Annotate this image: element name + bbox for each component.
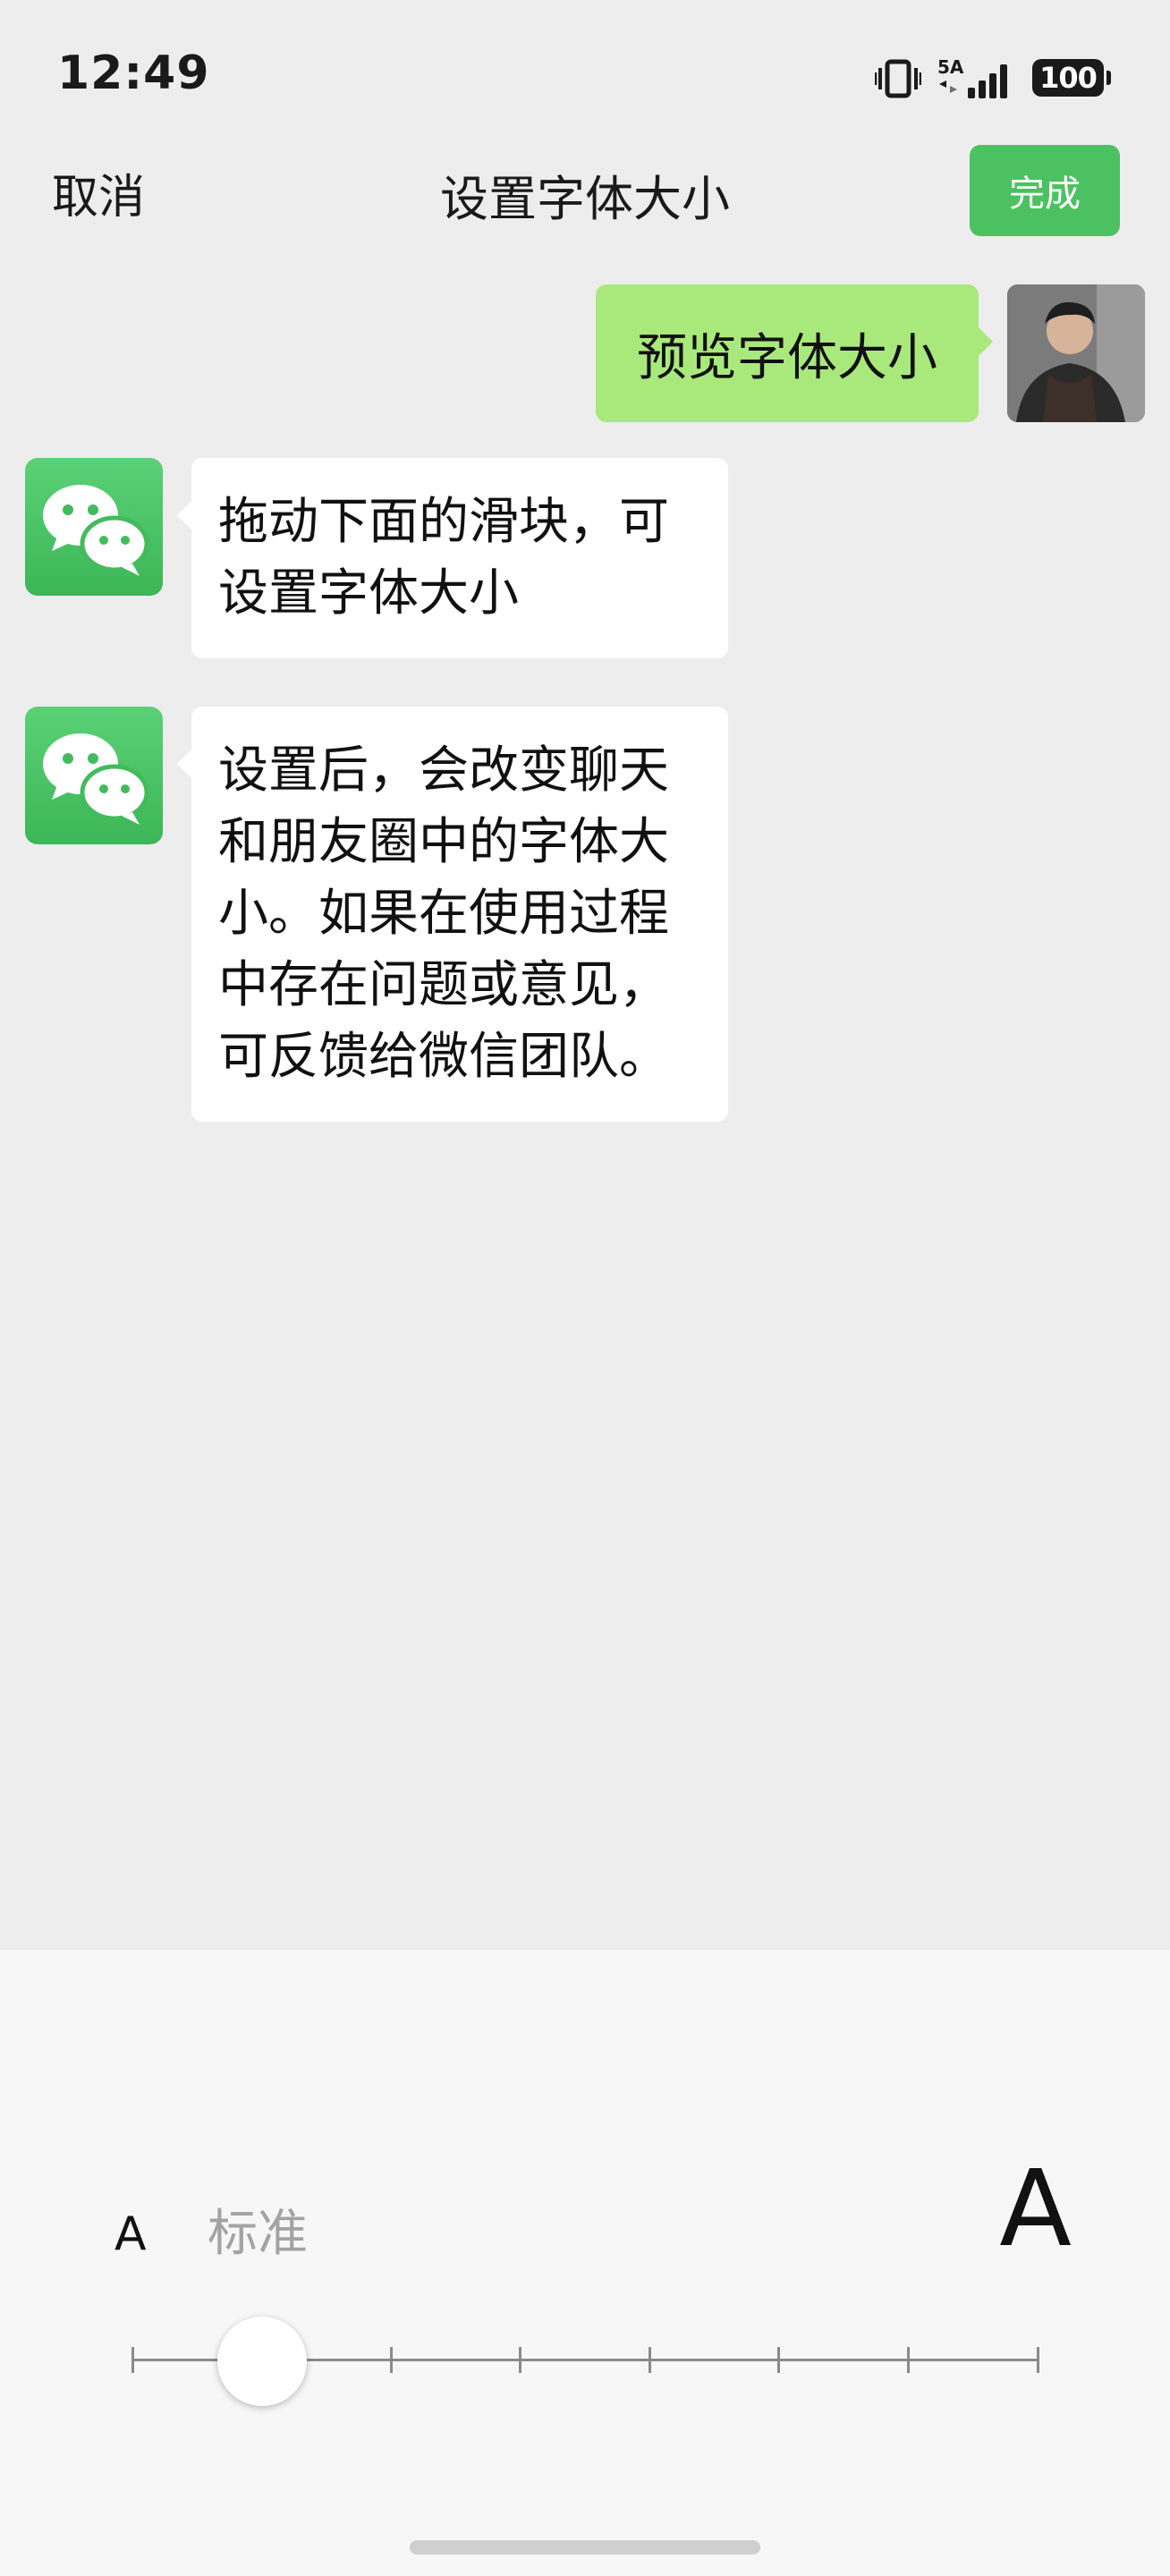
font-size-slider[interactable] bbox=[131, 2317, 1039, 2406]
slider-tick[interactable] bbox=[1036, 2347, 1039, 2373]
signal-icon: 5A bbox=[937, 57, 1016, 100]
status-time: 12:49 bbox=[57, 47, 210, 100]
slider-tick[interactable] bbox=[906, 2347, 910, 2373]
message-bubble-outgoing: 预览字体大小 bbox=[596, 284, 993, 422]
network-type-label: 5A bbox=[937, 57, 964, 78]
wechat-logo-icon[interactable] bbox=[25, 458, 163, 596]
vibrate-icon bbox=[875, 59, 921, 98]
wechat-logo-icon[interactable] bbox=[25, 707, 163, 844]
small-font-indicator: A bbox=[114, 2207, 147, 2261]
slider-thumb[interactable] bbox=[216, 2317, 307, 2406]
done-button[interactable]: 完成 bbox=[970, 145, 1120, 236]
slider-tick[interactable] bbox=[648, 2347, 651, 2373]
home-indicator[interactable] bbox=[410, 2540, 760, 2555]
slider-tick[interactable] bbox=[389, 2347, 393, 2373]
message-bubble-incoming: 拖动下面的滑块，可设置字体大小 bbox=[177, 458, 728, 658]
slider-tick[interactable] bbox=[519, 2347, 522, 2373]
status-bar: 12:49 5A 100 bbox=[0, 0, 1170, 152]
incoming-message: 设置后，会改变聊天和朋友圈中的字体大小。如果在使用过程中存在问题或意见，可反馈给… bbox=[25, 707, 728, 1122]
message-bubble-incoming: 设置后，会改变聊天和朋友圈中的字体大小。如果在使用过程中存在问题或意见，可反馈给… bbox=[177, 707, 728, 1122]
current-size-label: 标准 bbox=[208, 2205, 308, 2263]
slider-tick[interactable] bbox=[777, 2347, 781, 2373]
outgoing-message: 预览字体大小 bbox=[596, 284, 1145, 422]
font-size-panel: A 标准 A bbox=[0, 1950, 1170, 2576]
slider-tick[interactable] bbox=[131, 2347, 134, 2373]
battery-level: 100 bbox=[1032, 59, 1104, 97]
status-icons: 5A 100 bbox=[875, 52, 1111, 106]
battery-tip bbox=[1106, 71, 1111, 85]
large-font-indicator: A bbox=[999, 2147, 1072, 2270]
user-avatar[interactable] bbox=[1007, 284, 1145, 422]
battery-icon: 100 bbox=[1032, 59, 1111, 98]
incoming-message: 拖动下面的滑块，可设置字体大小 bbox=[25, 458, 728, 658]
